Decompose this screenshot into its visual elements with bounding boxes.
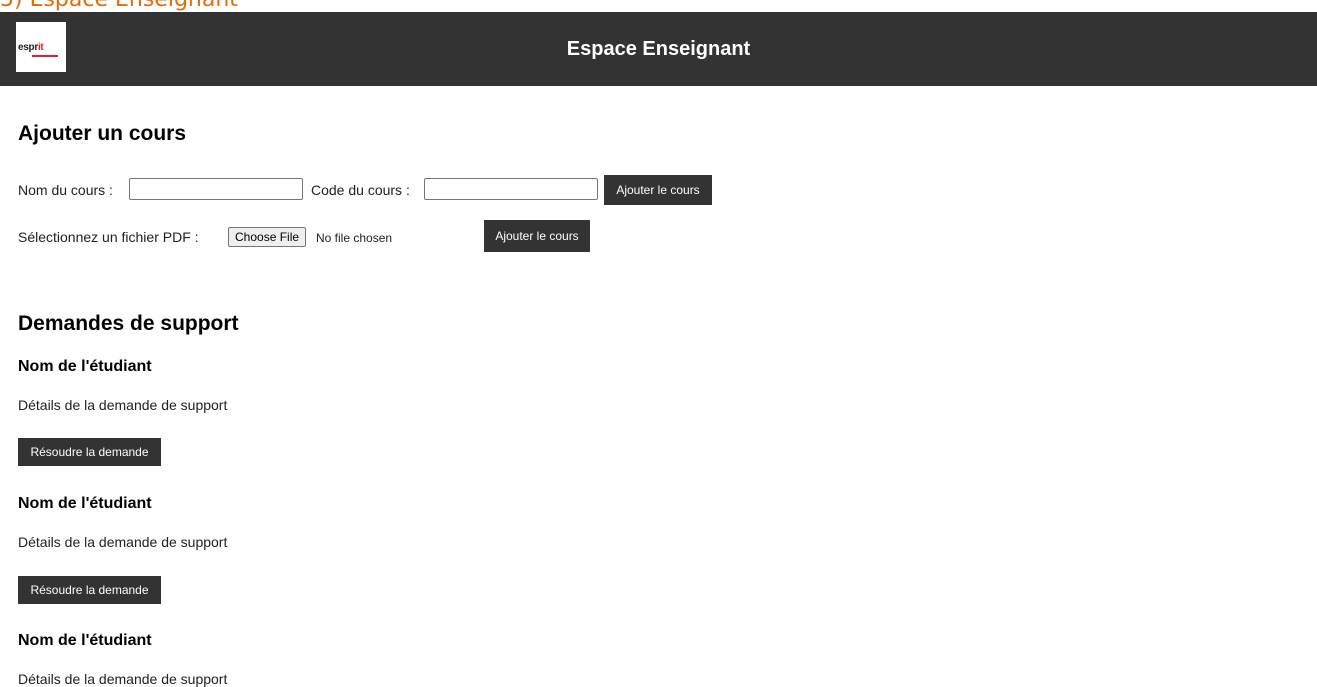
header-title: Espace Enseignant <box>566 38 751 60</box>
request-details: Détails de la demande de support <box>18 671 228 687</box>
course-code-label: Code du cours : <box>311 182 410 198</box>
request-details: Détails de la demande de support <box>18 534 228 550</box>
course-name-label: Nom du cours : <box>18 182 113 198</box>
file-status-text: No file chosen <box>316 231 393 245</box>
add-course-title: Ajouter un cours <box>18 122 187 145</box>
pdf-file-label: Sélectionnez un fichier PDF : <box>18 229 199 245</box>
page-header: esprit Espace Enseignant <box>0 12 1317 86</box>
document-caption: 5) Espace Enseignant <box>0 0 238 12</box>
resolve-request-button[interactable]: Résoudre la demande <box>18 576 161 604</box>
course-code-input[interactable] <box>424 178 598 200</box>
course-name-input[interactable] <box>129 178 303 200</box>
support-requests-title: Demandes de support <box>18 312 239 335</box>
add-course-button[interactable]: Ajouter le cours <box>604 175 712 205</box>
student-name: Nom de l'étudiant <box>18 632 152 649</box>
student-name: Nom de l'étudiant <box>18 358 152 375</box>
resolve-request-button[interactable]: Résoudre la demande <box>18 438 161 466</box>
student-name: Nom de l'étudiant <box>18 495 152 512</box>
request-details: Détails de la demande de support <box>18 397 228 413</box>
choose-file-button[interactable]: Choose File <box>228 227 307 247</box>
add-course-pdf-button[interactable]: Ajouter le cours <box>484 220 590 252</box>
